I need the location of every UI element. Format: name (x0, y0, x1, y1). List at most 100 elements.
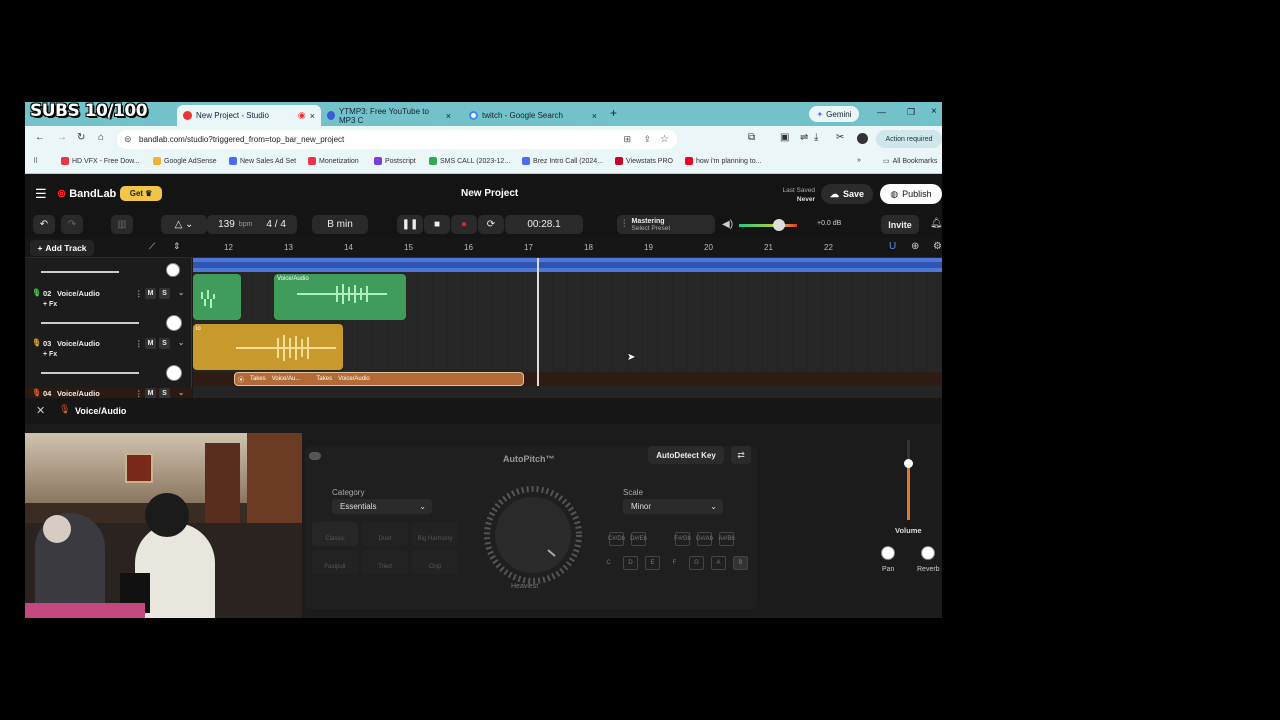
bookmark-star-icon[interactable]: ☆ (660, 130, 669, 149)
track-name[interactable]: Voice/Audio (57, 339, 100, 348)
playhead[interactable] (537, 258, 539, 386)
bookmark-item[interactable]: how i'm planning to... (685, 157, 762, 165)
invite-button[interactable]: Invite (881, 215, 919, 234)
download-icon[interactable]: ⤓ (814, 132, 818, 143)
mastering-button[interactable]: ⫶ Mastering Select Preset (617, 215, 715, 234)
bookmark-item[interactable]: Google AdSense (153, 157, 217, 165)
key-e[interactable]: E (645, 556, 660, 570)
more-icon[interactable]: ⋮ (135, 339, 143, 348)
audio-clip[interactable] (193, 274, 241, 320)
minimize-icon[interactable]: — (877, 107, 886, 117)
category-select[interactable]: Essentials ⌄ (332, 499, 432, 514)
key-b[interactable]: B (733, 556, 748, 570)
site-info-icon[interactable]: ⊜ (124, 130, 132, 149)
apps-icon[interactable]: ⠿ (33, 157, 38, 165)
reload-icon[interactable]: ↻ (77, 132, 85, 143)
audio-clip-track-01[interactable] (193, 258, 942, 272)
audio-clip[interactable]: Voice/Audio (274, 274, 406, 320)
bookmark-item[interactable]: SMS CALL (2023-12... (429, 157, 510, 165)
translate-icon[interactable]: ⊞ (623, 130, 631, 149)
volume-fader-handle[interactable] (904, 459, 913, 468)
home-icon[interactable]: ⌂ (98, 132, 104, 143)
solo-button[interactable]: S (159, 288, 170, 299)
tab-ytmp3[interactable]: YTMP3: Free YouTube to MP3 C × (321, 105, 457, 126)
preset-classic[interactable]: Classic (312, 522, 358, 546)
save-button[interactable]: ☁ Save (821, 184, 873, 204)
tab-new-project[interactable]: New Project - Studio ◉ × (177, 105, 321, 126)
key-c[interactable]: C (601, 556, 616, 570)
preset-fastpult[interactable]: Fastpult (312, 550, 358, 574)
audio-clip[interactable]: io (193, 324, 343, 370)
speaker-icon[interactable]: ◀) (722, 219, 733, 230)
bookmark-item[interactable]: Postscript (374, 157, 416, 165)
action-required-button[interactable]: Action required (876, 130, 942, 148)
key-d-sharp[interactable]: D#/Eb (630, 532, 647, 546)
mute-button[interactable]: M (145, 288, 156, 299)
track-lanes[interactable]: Voice/Audio io ⦿ Takes Voice/Au... Takes… (193, 258, 942, 398)
track-name[interactable]: Voice/Audio (57, 289, 100, 298)
key-f-sharp[interactable]: F#/Gb (674, 532, 691, 546)
tab-twitch-search[interactable]: twitch - Google Search × (463, 105, 603, 126)
wand-icon[interactable]: ⟋ (149, 241, 155, 252)
timeline-ruler[interactable]: 12 13 14 15 16 17 18 19 20 21 22 (193, 238, 883, 258)
device-power-toggle[interactable] (309, 452, 321, 460)
share-icon[interactable]: ⇪ (643, 130, 651, 149)
autodetect-key-button[interactable]: AutoDetect Key (648, 446, 724, 464)
zoom-icon[interactable]: ⊕ (911, 241, 919, 252)
loop-icon[interactable]: ⟳ (478, 215, 504, 234)
pan-knob[interactable] (881, 546, 895, 560)
track-volume-slider[interactable] (41, 271, 119, 273)
more-bookmarks-icon[interactable]: » (857, 157, 861, 164)
close-window-icon[interactable]: × (931, 106, 937, 117)
preset-chip[interactable]: Chip (412, 550, 458, 574)
pan-knob[interactable] (166, 315, 182, 331)
chevron-down-icon[interactable]: ⌄ (178, 288, 184, 297)
cast-icon[interactable]: ⇌ (800, 132, 808, 143)
presets-sliders-icon[interactable]: ⇄ (731, 446, 751, 464)
preset-duet[interactable]: Duet (362, 522, 408, 546)
project-title[interactable]: New Project (461, 188, 518, 199)
master-volume-handle[interactable] (773, 219, 785, 231)
solo-button[interactable]: S (159, 338, 170, 349)
reverb-knob[interactable] (921, 546, 935, 560)
bookmark-item[interactable]: Brez Intro Call (2024... (522, 157, 603, 165)
preset-tried[interactable]: Tried (362, 550, 408, 574)
notifications-icon[interactable]: 🔔︎ (930, 218, 942, 229)
tempo-display[interactable]: 139 bpm 4 / 4 (207, 215, 297, 234)
more-icon[interactable]: ⋮ (135, 289, 143, 298)
publish-button[interactable]: ◍ Publish (880, 184, 942, 204)
pause-icon[interactable]: ❚❚ (397, 215, 423, 234)
key-a[interactable]: A (711, 556, 726, 570)
keyboard-icon[interactable]: ▥ (111, 215, 133, 234)
key-a-sharp[interactable]: A#/Bb (718, 532, 735, 546)
metronome-button[interactable]: △ ⌄ (161, 215, 207, 234)
track-volume-slider[interactable] (41, 322, 139, 324)
chevron-down-icon[interactable]: ⌄ (178, 338, 184, 347)
bookmark-item[interactable]: HD VFX - Free Dow... (61, 157, 140, 165)
magnet-icon[interactable]: U (889, 241, 896, 252)
key-c-sharp[interactable]: C#/Db (608, 532, 625, 546)
key-d[interactable]: D (623, 556, 638, 570)
get-membership-button[interactable]: Get ♛ (120, 186, 162, 201)
key-g-sharp[interactable]: G#/Ab (696, 532, 713, 546)
sidepanel-icon[interactable]: ▣ (780, 132, 789, 143)
extensions-icon[interactable]: ⧉ (748, 132, 755, 143)
amount-knob[interactable] (481, 486, 585, 586)
pan-knob[interactable] (166, 263, 180, 277)
undo-icon[interactable]: ↶ (33, 215, 55, 234)
bookmark-item[interactable]: Viewstats PRO (615, 157, 673, 165)
bookmark-item[interactable]: Monetization (308, 157, 359, 165)
track-volume-slider[interactable] (41, 372, 139, 374)
restore-icon[interactable]: ❐ (907, 107, 915, 118)
gemini-button[interactable]: ✦ Gemini (809, 106, 859, 122)
settings-icon[interactable]: ⚙ (933, 241, 942, 252)
track-02[interactable]: 🎙︎ 02 Voice/Audio ⋮ M S ⌄ + Fx (25, 288, 192, 338)
add-fx-button[interactable]: + Fx (43, 301, 57, 308)
record-icon[interactable]: ● (451, 215, 477, 234)
profile-avatar[interactable] (857, 133, 868, 144)
add-track-button[interactable]: + Add Track (30, 240, 94, 256)
master-volume-slider[interactable] (739, 224, 797, 227)
preset-big-harmony[interactable]: Big Harmony (412, 522, 458, 546)
all-bookmarks[interactable]: ▭ All Bookmarks (883, 157, 937, 166)
close-panel-icon[interactable]: ✕ (36, 404, 45, 417)
